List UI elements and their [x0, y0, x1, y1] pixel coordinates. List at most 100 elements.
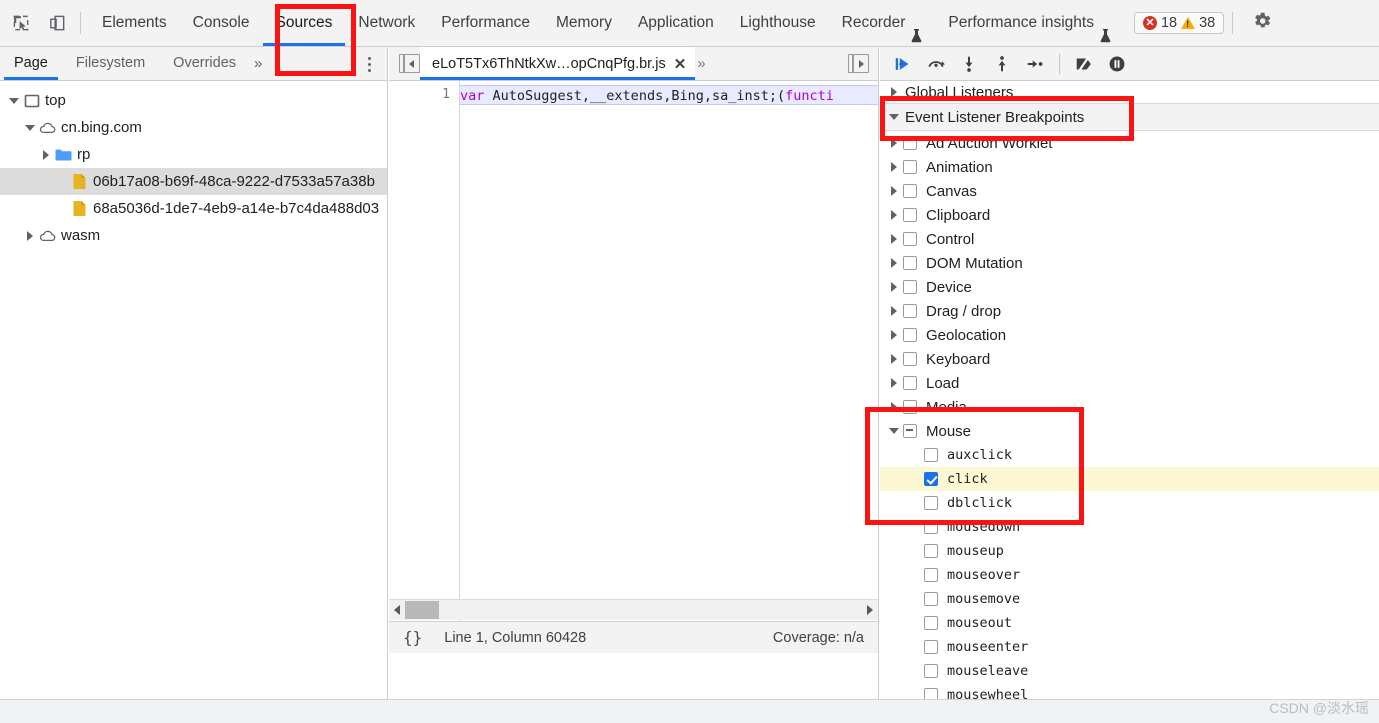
twisty-down-icon[interactable]	[886, 110, 901, 125]
twisty-right-icon[interactable]	[886, 352, 901, 367]
elb-event-dblclick[interactable]: dblclick	[880, 491, 1379, 515]
prev-tab-icon[interactable]	[399, 54, 420, 73]
elb-category-canvas[interactable]: Canvas	[880, 179, 1379, 203]
elb-event-mouseup[interactable]: mouseup	[880, 539, 1379, 563]
checkbox[interactable]	[924, 520, 938, 534]
nav-tab-overrides[interactable]: Overrides	[159, 47, 250, 80]
checkbox[interactable]	[924, 640, 938, 654]
checkbox[interactable]	[924, 544, 938, 558]
issues-badge[interactable]: ✕ 18 38	[1133, 12, 1225, 34]
twisty-right-icon[interactable]	[886, 304, 901, 319]
checkbox[interactable]	[924, 568, 938, 582]
checkbox[interactable]	[924, 592, 938, 606]
elb-category-drag-drop[interactable]: Drag / drop	[880, 299, 1379, 323]
elb-category-keyboard[interactable]: Keyboard	[880, 347, 1379, 371]
editor-more-tabs-icon[interactable]: »	[697, 55, 705, 72]
tab-elements[interactable]: Elements	[89, 0, 180, 46]
elb-category-ad-auction-worklet[interactable]: Ad Auction Worklet	[880, 131, 1379, 155]
twisty-right-icon[interactable]	[886, 184, 901, 199]
step-button[interactable]	[1020, 50, 1050, 78]
tab-application[interactable]: Application	[625, 0, 727, 46]
checkbox[interactable]	[924, 616, 938, 630]
editor-horizontal-scrollbar[interactable]	[389, 599, 878, 620]
tab-console[interactable]: Console	[180, 0, 263, 46]
deactivate-breakpoints-button[interactable]	[1069, 50, 1099, 78]
elb-category-mouse[interactable]: Mouse	[880, 419, 1379, 443]
twisty-right-icon[interactable]	[886, 136, 901, 151]
step-over-next-function-call-button[interactable]	[921, 50, 951, 78]
tab-recorder[interactable]: Recorder	[829, 0, 936, 46]
twisty-right-icon[interactable]	[886, 160, 901, 175]
elb-category-device[interactable]: Device	[880, 275, 1379, 299]
tree-item-rp[interactable]: rp	[0, 141, 387, 168]
scroll-right-icon[interactable]	[867, 605, 873, 615]
tab-lighthouse[interactable]: Lighthouse	[727, 0, 829, 46]
checkbox[interactable]	[903, 160, 917, 174]
elb-category-animation[interactable]: Animation	[880, 155, 1379, 179]
scroll-left-icon[interactable]	[394, 605, 400, 615]
step-into-next-function-call-button[interactable]	[954, 50, 984, 78]
elb-event-click[interactable]: click	[880, 467, 1379, 491]
checkbox[interactable]	[903, 376, 917, 390]
tab-performance[interactable]: Performance	[428, 0, 543, 46]
close-icon[interactable]: ✕	[674, 55, 687, 73]
tab-performance-insights[interactable]: Performance insights	[935, 0, 1124, 46]
checkbox[interactable]	[903, 280, 917, 294]
nav-tab-page[interactable]: Page	[0, 47, 62, 80]
twisty-right-icon[interactable]	[22, 228, 37, 243]
step-out-of-current-function-button[interactable]	[987, 50, 1017, 78]
checkbox[interactable]	[903, 304, 917, 318]
elb-event-mousedown[interactable]: mousedown	[880, 515, 1379, 539]
checkbox[interactable]	[903, 424, 917, 438]
code-line-1[interactable]: var AutoSuggest,__extends,Bing,sa_inst;(…	[460, 85, 878, 105]
tab-network[interactable]: Network	[345, 0, 428, 46]
checkbox[interactable]	[903, 184, 917, 198]
elb-event-mouseleave[interactable]: mouseleave	[880, 659, 1379, 683]
code-editor[interactable]: 1 var AutoSuggest,__extends,Bing,sa_inst…	[389, 81, 878, 653]
twisty-right-icon[interactable]	[886, 208, 901, 223]
twisty-right-icon[interactable]	[886, 280, 901, 295]
elb-category-geolocation[interactable]: Geolocation	[880, 323, 1379, 347]
scrollbar-thumb[interactable]	[405, 601, 439, 619]
elb-event-mousemove[interactable]: mousemove	[880, 587, 1379, 611]
section-global-listeners[interactable]: Global Listeners	[880, 81, 1379, 103]
tab-memory[interactable]: Memory	[543, 0, 625, 46]
twisty-down-icon[interactable]	[6, 93, 21, 108]
elb-category-control[interactable]: Control	[880, 227, 1379, 251]
gear-icon[interactable]	[1251, 10, 1273, 36]
elb-event-mouseout[interactable]: mouseout	[880, 611, 1379, 635]
elb-category-dom-mutation[interactable]: DOM Mutation	[880, 251, 1379, 275]
elb-event-mouseover[interactable]: mouseover	[880, 563, 1379, 587]
checkbox[interactable]	[924, 664, 938, 678]
checkbox[interactable]	[903, 328, 917, 342]
resume-script-execution-button[interactable]	[888, 50, 918, 78]
twisty-right-icon[interactable]	[38, 147, 53, 162]
checkbox[interactable]	[903, 208, 917, 222]
twisty-down-icon[interactable]	[886, 424, 901, 439]
checkbox[interactable]	[924, 448, 938, 462]
tree-item-file-06b17a08[interactable]: 06b17a08-b69f-48ca-9222-d7533a57a38b	[0, 168, 387, 195]
checkbox[interactable]	[903, 352, 917, 366]
tree-item-cn-bing-com[interactable]: cn.bing.com	[0, 114, 387, 141]
twisty-right-icon[interactable]	[886, 232, 901, 247]
elb-category-clipboard[interactable]: Clipboard	[880, 203, 1379, 227]
pretty-print-icon[interactable]: {}	[403, 628, 422, 647]
inspect-element-icon[interactable]	[6, 8, 36, 38]
tab-sources[interactable]: Sources	[262, 0, 346, 46]
twisty-right-icon[interactable]	[886, 85, 901, 100]
pause-on-exceptions-button[interactable]	[1102, 50, 1132, 78]
twisty-right-icon[interactable]	[886, 328, 901, 343]
tree-item-top[interactable]: top	[0, 87, 387, 114]
nav-more-tabs-icon[interactable]: »	[250, 55, 266, 72]
nav-tab-filesystem[interactable]: Filesystem	[62, 47, 159, 80]
elb-category-load[interactable]: Load	[880, 371, 1379, 395]
tree-item-wasm[interactable]: wasm	[0, 222, 387, 249]
tree-item-file-68a5036d[interactable]: 68a5036d-1de7-4eb9-a14e-b7c4da488d03	[0, 195, 387, 222]
checkbox[interactable]	[924, 496, 938, 510]
twisty-down-icon[interactable]	[22, 120, 37, 135]
checkbox[interactable]	[903, 256, 917, 270]
elb-category-media[interactable]: Media	[880, 395, 1379, 419]
kebab-menu-icon[interactable]	[361, 54, 377, 74]
twisty-right-icon[interactable]	[886, 400, 901, 415]
checkbox[interactable]	[903, 400, 917, 414]
